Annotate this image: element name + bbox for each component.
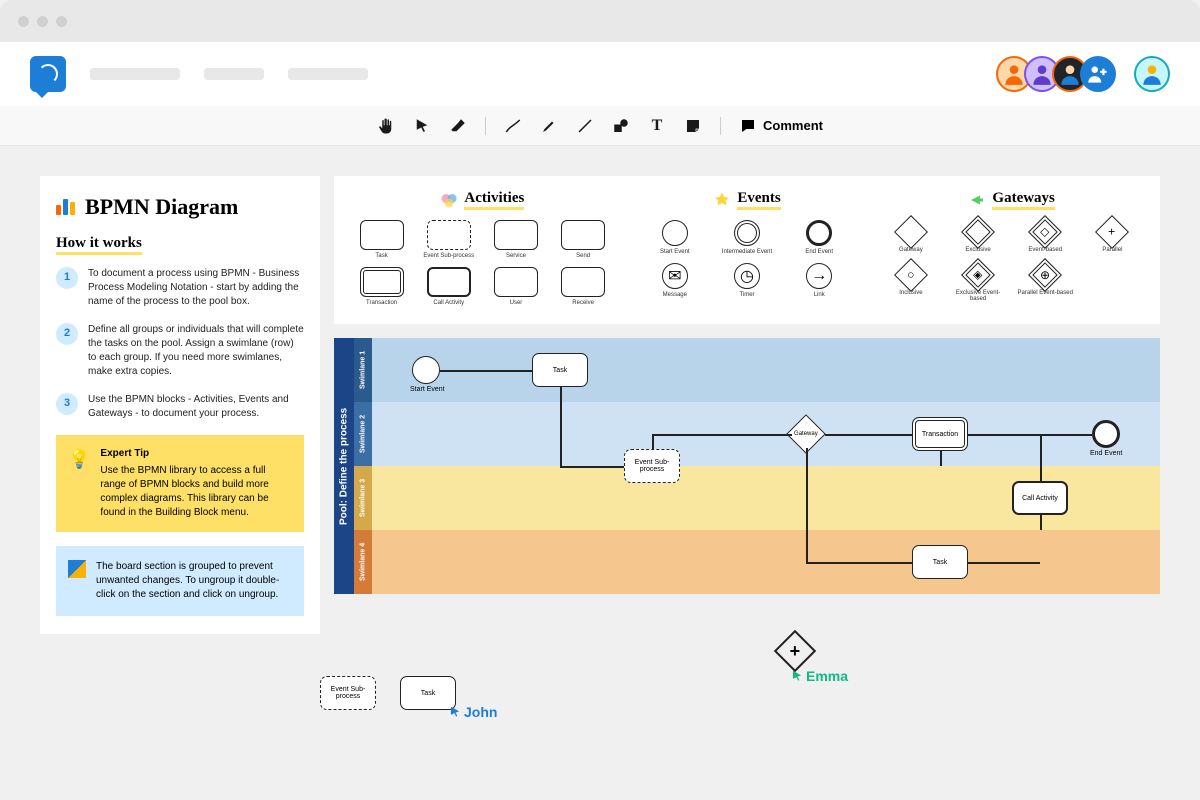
- app-logo-icon[interactable]: [30, 56, 66, 92]
- current-user-avatar[interactable]: [1134, 56, 1170, 92]
- palette-transaction[interactable]: Transaction: [352, 267, 411, 306]
- node-task[interactable]: Task: [532, 353, 588, 387]
- comment-button[interactable]: Comment: [739, 117, 823, 135]
- pointer-tool-icon[interactable]: [413, 117, 431, 135]
- edge: [560, 402, 562, 466]
- edge: [806, 562, 912, 564]
- edge: [968, 434, 1040, 436]
- palette-service[interactable]: Service: [486, 220, 545, 259]
- palette-start-event[interactable]: Start Event: [643, 220, 707, 255]
- floating-shape-subprocess[interactable]: Event Sub-process: [320, 676, 376, 710]
- comment-label: Comment: [763, 118, 823, 133]
- palette-user[interactable]: User: [486, 267, 545, 306]
- node-end-event[interactable]: [1092, 420, 1120, 448]
- node-transaction[interactable]: Transaction: [912, 417, 968, 451]
- text-tool-icon[interactable]: T: [648, 117, 666, 135]
- node-event-subprocess[interactable]: Event Sub-process: [624, 449, 680, 483]
- toolbar: T Comment: [0, 106, 1200, 146]
- node-task-2[interactable]: Task: [912, 545, 968, 579]
- breadcrumb-placeholder: [288, 68, 368, 80]
- edge: [1040, 434, 1042, 481]
- palette-message-event[interactable]: ✉Message: [643, 263, 707, 298]
- palette-receive[interactable]: Receive: [554, 267, 613, 306]
- step-1: 1To document a process using BPMN - Busi…: [56, 267, 304, 309]
- cursor-icon: [790, 668, 804, 684]
- window-dot: [18, 16, 29, 27]
- activities-icon: [440, 191, 458, 209]
- palette-event-based[interactable]: ◇Event-based: [1016, 220, 1075, 253]
- group-note: The board section is grouped to prevent …: [56, 546, 304, 616]
- line-tool-icon[interactable]: [576, 117, 594, 135]
- edge: [968, 562, 1040, 564]
- page-title: BPMN Diagram: [85, 194, 238, 220]
- palette-task[interactable]: Task: [352, 220, 411, 259]
- palette-gateway[interactable]: Gateway: [881, 220, 940, 253]
- edge: [652, 434, 792, 436]
- edge: [560, 466, 624, 468]
- chart-icon: [56, 199, 75, 215]
- shape-palette: Activities Task Event Sub-process Servic…: [334, 176, 1160, 324]
- edge: [652, 434, 654, 450]
- palette-event-subprocess[interactable]: Event Sub-process: [419, 220, 478, 259]
- eraser-tool-icon[interactable]: [449, 117, 467, 135]
- separator: [485, 117, 486, 135]
- swimlane-3[interactable]: Swimlane 3 Event Sub-process Call Activi…: [354, 466, 1160, 530]
- window-dot: [56, 16, 67, 27]
- cursor-icon: [448, 704, 462, 720]
- swimlane-pool[interactable]: Pool: Define the process Swimlane 1 Star…: [334, 338, 1160, 594]
- window-dot: [37, 16, 48, 27]
- swimlane-4[interactable]: Swimlane 4 Task: [354, 530, 1160, 594]
- pen-tool-icon[interactable]: [504, 117, 522, 135]
- palette-timer-event[interactable]: ◷Timer: [715, 263, 779, 298]
- edge: [825, 434, 912, 436]
- palette-exclusive-eb[interactable]: ◈Exclusive Event-based: [948, 263, 1007, 302]
- palette-parallel[interactable]: +Parallel: [1083, 220, 1142, 253]
- palette-link-event[interactable]: →Link: [787, 263, 851, 298]
- palette-exclusive[interactable]: Exclusive: [948, 220, 1007, 253]
- sticky-note-tool-icon[interactable]: [684, 117, 702, 135]
- step-3: 3Use the BPMN blocks - Activities, Event…: [56, 393, 304, 421]
- shape-tool-icon[interactable]: [612, 117, 630, 135]
- info-sidebar: BPMN Diagram How it works 1To document a…: [40, 176, 320, 634]
- comment-icon: [739, 117, 757, 135]
- events-group: Events Start Event Intermediate Event En…: [643, 190, 852, 306]
- collaborator-avatars: [1004, 56, 1170, 92]
- hand-tool-icon[interactable]: [377, 117, 395, 135]
- pool-label[interactable]: Pool: Define the process: [334, 338, 354, 594]
- howit-heading: How it works: [56, 235, 142, 255]
- palette-intermediate-event[interactable]: Intermediate Event: [715, 220, 779, 255]
- canvas-area: Activities Task Event Sub-process Servic…: [334, 176, 1160, 634]
- collaborator-cursor-john: John: [448, 704, 497, 720]
- gateways-icon: [968, 191, 986, 209]
- workspace[interactable]: BPMN Diagram How it works 1To document a…: [0, 146, 1200, 664]
- palette-inclusive[interactable]: ○Inclusive: [881, 263, 940, 302]
- palette-call-activity[interactable]: Call Activity: [419, 267, 478, 306]
- breadcrumb-placeholder: [90, 68, 180, 80]
- browser-chrome: [0, 0, 1200, 42]
- step-2: 2Define all groups or individuals that w…: [56, 323, 304, 379]
- activities-group: Activities Task Event Sub-process Servic…: [352, 190, 613, 306]
- gateways-group: Gateways Gateway Exclusive ◇Event-based …: [881, 190, 1142, 306]
- separator: [720, 117, 721, 135]
- node-start-event[interactable]: [412, 356, 440, 384]
- palette-end-event[interactable]: End Event: [787, 220, 851, 255]
- lightbulb-icon: 💡: [68, 447, 90, 520]
- breadcrumb-placeholder: [204, 68, 264, 80]
- edge: [440, 370, 532, 372]
- add-collaborator-icon[interactable]: [1080, 56, 1116, 92]
- node-call-activity[interactable]: Call Activity: [1012, 481, 1068, 515]
- palette-parallel-eb[interactable]: ⊕Parallel Event-based: [1016, 263, 1075, 302]
- events-icon: [713, 191, 731, 209]
- topbar: [0, 42, 1200, 106]
- marker-tool-icon[interactable]: [540, 117, 558, 135]
- floating-shape-parallel-gateway[interactable]: +: [780, 636, 810, 666]
- expert-tip: 💡 Expert TipUse the BPMN library to acce…: [56, 435, 304, 532]
- collaborator-cursor-emma: Emma: [790, 668, 848, 684]
- swimlane-1[interactable]: Swimlane 1 Start Event Task: [354, 338, 1160, 402]
- edge: [806, 466, 808, 562]
- palette-send[interactable]: Send: [554, 220, 613, 259]
- group-icon: [68, 560, 86, 578]
